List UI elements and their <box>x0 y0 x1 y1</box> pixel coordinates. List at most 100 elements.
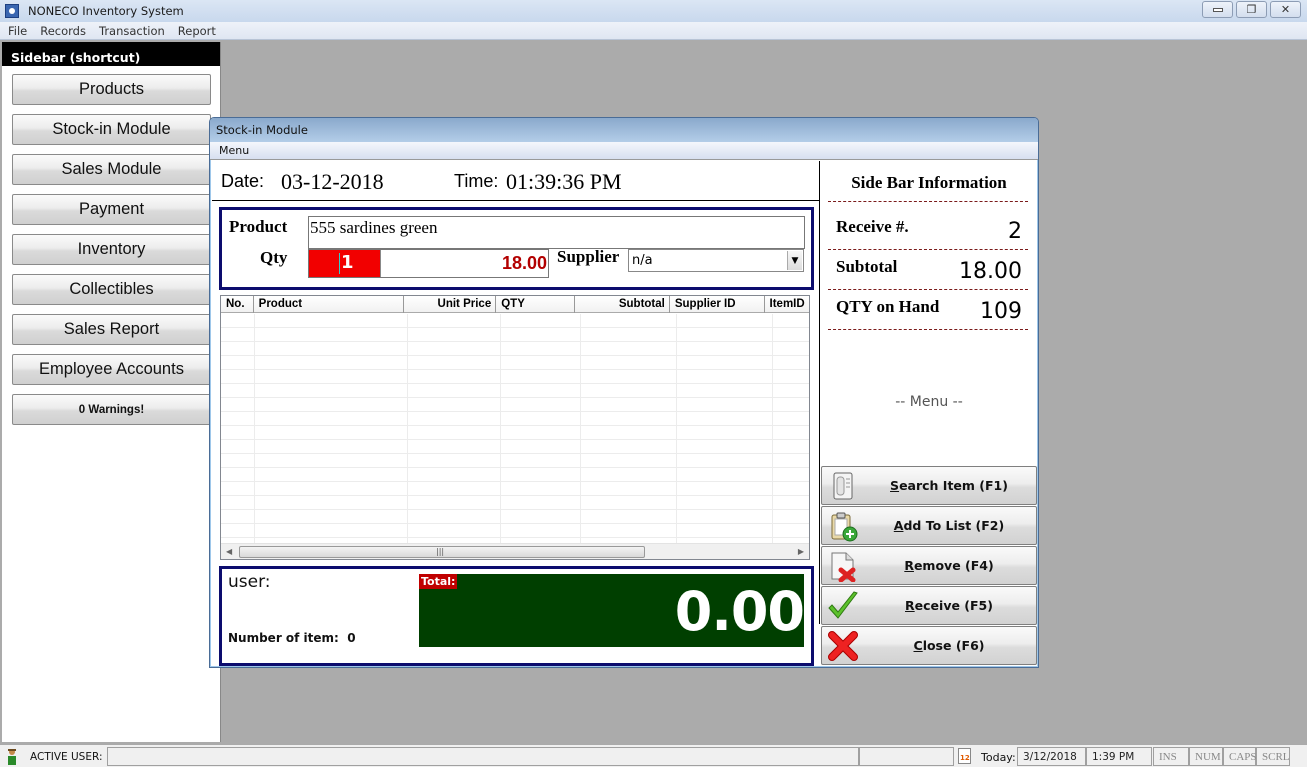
grid-header: No. Product Unit Price QTY Subtotal Supp… <box>221 296 809 313</box>
divider <box>828 201 1028 202</box>
col-no[interactable]: No. <box>221 296 254 313</box>
qty-input[interactable]: 1 <box>309 250 381 277</box>
menu-bar: File Records Transaction Report <box>0 22 1307 40</box>
search-item-key: S <box>890 478 900 493</box>
qty-on-hand-value: 109 <box>980 299 1022 324</box>
warnings-button[interactable]: 0 Warnings! <box>12 394 211 425</box>
unit-price-value: 18.00 <box>501 253 547 273</box>
stock-in-grid: No. Product Unit Price QTY Subtotal Supp… <box>220 295 810 560</box>
search-item-button[interactable]: Search Item (F1) <box>821 466 1037 505</box>
supplier-select[interactable]: n/a ▼ <box>628 249 804 272</box>
subtotal-value: 18.00 <box>959 259 1022 284</box>
total-display: Total: 0.00 <box>419 574 805 647</box>
chevron-down-icon[interactable]: ▼ <box>787 251 802 270</box>
info-title: Side Bar Information <box>851 173 1007 192</box>
divider <box>828 289 1028 290</box>
user-label: user: <box>228 572 271 592</box>
stock-in-window-title: Stock-in Module <box>210 118 1038 142</box>
add-to-list-button[interactable]: Add To List (F2) <box>821 506 1037 545</box>
date-value: 03-12-2018 <box>281 169 384 194</box>
minimize-button[interactable] <box>1202 1 1233 18</box>
product-input[interactable]: 555 sardines green <box>308 216 805 249</box>
close-key: C <box>913 638 923 653</box>
sidebar-item-stock-in-module[interactable]: Stock-in Module <box>12 114 211 145</box>
close-x-icon <box>828 631 858 661</box>
sidebar: Sidebar (shortcut) Products Stock-in Mod… <box>2 42 221 742</box>
col-supplier-id[interactable]: Supplier ID <box>670 296 765 313</box>
menu-transaction[interactable]: Transaction <box>94 24 170 38</box>
menu-records[interactable]: Records <box>35 24 91 38</box>
user-icon <box>8 749 16 765</box>
product-entry-panel: Product 555 sardines green Qty 1 18.00 S… <box>219 207 814 290</box>
grid-col-line <box>407 314 408 544</box>
remove-key: R <box>904 558 914 573</box>
sidebar-item-inventory[interactable]: Inventory <box>12 234 211 265</box>
col-unit-price[interactable]: Unit Price <box>404 296 497 313</box>
text-caret <box>339 253 340 274</box>
remove-label: emove (F4) <box>913 558 994 573</box>
divider <box>828 329 1028 330</box>
close-button[interactable]: Close (F6) <box>821 626 1037 665</box>
grid-col-line <box>772 314 773 544</box>
menu-report[interactable]: Report <box>173 24 221 38</box>
grid-col-line <box>500 314 501 544</box>
receive-label: eceive (F5) <box>914 598 993 613</box>
sidebar-header: Sidebar (shortcut) <box>2 42 220 66</box>
total-panel: user: Number of item: 0 Total: 0.00 <box>219 566 814 666</box>
horizontal-scrollbar[interactable]: ◀ ||| ▶ <box>221 543 809 559</box>
col-subtotal[interactable]: Subtotal <box>575 296 670 313</box>
sidebar-item-products[interactable]: Products <box>12 74 211 105</box>
col-product[interactable]: Product <box>254 296 405 313</box>
restore-icon: ❐ <box>1246 3 1257 16</box>
sidebar-item-payment[interactable]: Payment <box>12 194 211 225</box>
qty-label: Qty <box>260 248 288 267</box>
ins-indicator: INS <box>1153 747 1189 766</box>
total-label: Total: <box>419 574 458 589</box>
date-time-row: Date: 03-12-2018 Time: 01:39:36 PM <box>212 161 819 201</box>
product-label: Product <box>229 217 288 236</box>
grid-col-line <box>676 314 677 544</box>
scroll-right-icon[interactable]: ▶ <box>798 547 804 556</box>
scroll-thumb[interactable]: ||| <box>239 546 645 558</box>
status-bar: ACTIVE USER: 12 Today: 3/12/2018 1:39 PM… <box>0 744 1307 767</box>
sidebar-item-sales-report[interactable]: Sales Report <box>12 314 211 345</box>
grid-rows[interactable] <box>221 314 809 544</box>
qty-value: 1 <box>341 252 354 273</box>
status-time: 1:39 PM <box>1086 747 1152 766</box>
stock-in-menu[interactable]: Menu <box>210 142 1038 160</box>
scroll-left-icon[interactable]: ◀ <box>226 547 232 556</box>
search-item-label: earch Item (F1) <box>899 478 1008 493</box>
remove-icon <box>831 552 856 582</box>
side-bar-information: Side Bar Information Receive #. 2 Subtot… <box>821 161 1037 461</box>
receive-key: R <box>905 598 915 613</box>
item-count-value: 0 <box>347 631 356 645</box>
restore-button[interactable]: ❐ <box>1236 1 1267 18</box>
num-indicator: NUM <box>1189 747 1223 766</box>
time-label: Time: <box>454 171 499 191</box>
close-window-button[interactable]: ✕ <box>1270 1 1301 18</box>
receive-number-value: 2 <box>1008 219 1022 244</box>
scrl-indicator: SCRL <box>1256 747 1290 766</box>
app-title: NONECO Inventory System <box>28 4 184 18</box>
sidebar-item-collectibles[interactable]: Collectibles <box>12 274 211 305</box>
receive-button[interactable]: Receive (F5) <box>821 586 1037 625</box>
close-icon: ✕ <box>1280 3 1291 16</box>
item-count: Number of item: 0 <box>228 631 356 645</box>
caps-indicator: CAPS <box>1223 747 1257 766</box>
supplier-label: Supplier <box>557 247 620 266</box>
stock-in-window: Stock-in Module Menu Date: 03-12-2018 Ti… <box>209 117 1039 668</box>
remove-button[interactable]: Remove (F4) <box>821 546 1037 585</box>
qty-price-field: 1 18.00 <box>308 249 549 278</box>
time-value: 01:39:36 PM <box>506 169 622 194</box>
col-item-id[interactable]: ItemID <box>765 296 809 313</box>
calendar-icon: 12 <box>958 748 971 764</box>
stock-in-body: Date: 03-12-2018 Time: 01:39:36 PM Produ… <box>212 161 1037 666</box>
subtotal-label: Subtotal <box>836 257 898 276</box>
col-qty[interactable]: QTY <box>496 296 576 313</box>
sidebar-item-employee-accounts[interactable]: Employee Accounts <box>12 354 211 385</box>
divider <box>828 249 1028 250</box>
menu-file[interactable]: File <box>3 24 32 38</box>
sidebar-item-sales-module[interactable]: Sales Module <box>12 154 211 185</box>
checkmark-icon <box>828 591 858 619</box>
close-label: lose (F6) <box>922 638 985 653</box>
